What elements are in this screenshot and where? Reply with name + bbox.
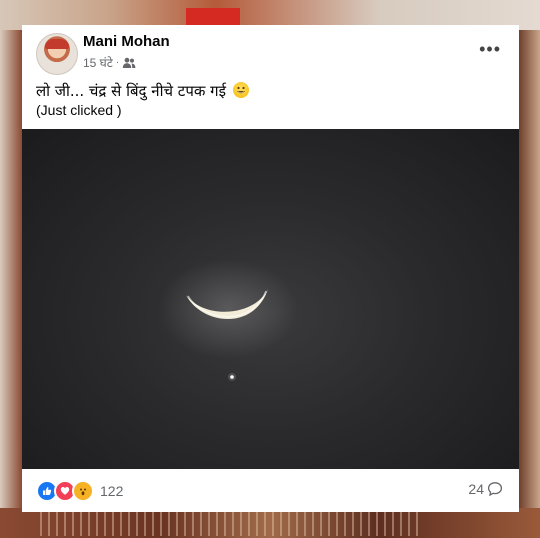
post-subtext: (Just clicked ) <box>36 102 122 118</box>
post-text-content: लो जी... चंद्र से बिंदु नीचे टपक गई <box>36 82 226 100</box>
grinning-face-emoji <box>232 82 249 98</box>
avatar-cap <box>45 39 69 49</box>
star-glow <box>228 373 236 381</box>
background-right-strip <box>518 30 540 508</box>
reaction-count[interactable]: 122 <box>100 483 123 499</box>
background-left-strip <box>0 30 22 508</box>
post-card: Mani Mohan 15 घंटे · ••• लो जी... चंद्र … <box>22 25 519 512</box>
post-header: Mani Mohan 15 घंटे · ••• <box>22 25 519 75</box>
post-meta: 15 घंटे · <box>83 54 136 71</box>
moon-glow <box>158 259 298 359</box>
post-text: लो जी... चंद्र से बिंदु नीचे टपक गई <box>36 81 249 101</box>
post-time[interactable]: 15 घंटे <box>83 54 113 71</box>
author-name[interactable]: Mani Mohan <box>83 33 170 50</box>
comment-count: 24 <box>468 481 484 497</box>
moon-scene <box>158 259 298 381</box>
reaction-summary[interactable]: 122 <box>36 480 123 502</box>
avatar[interactable] <box>36 33 78 75</box>
background-grille <box>40 512 420 536</box>
comment-icon <box>487 482 503 497</box>
comment-summary[interactable]: 24 <box>468 481 503 497</box>
friends-icon[interactable] <box>122 57 136 69</box>
wow-icon <box>72 480 94 502</box>
post-footer: 122 24 <box>22 469 519 512</box>
post-photo[interactable] <box>22 129 519 469</box>
more-options-button[interactable]: ••• <box>479 39 501 60</box>
meta-separator: · <box>115 57 120 68</box>
